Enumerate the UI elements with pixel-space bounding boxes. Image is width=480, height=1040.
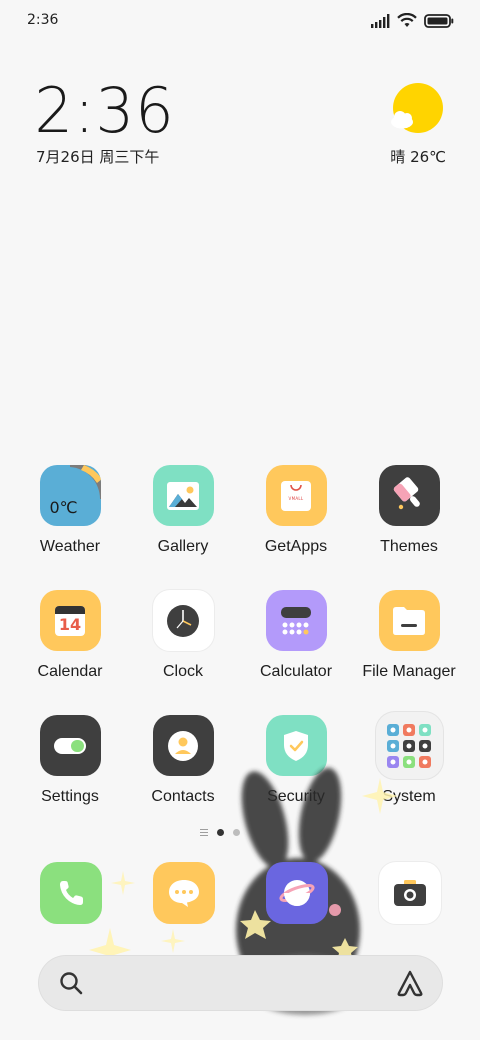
app-gallery[interactable]: Gallery bbox=[127, 465, 239, 565]
weather-app-temp: 0℃ bbox=[49, 498, 78, 517]
app-calendar[interactable]: 14 Calendar bbox=[14, 590, 126, 690]
app-drawer-lines-icon bbox=[200, 829, 208, 836]
app-themes[interactable]: Themes bbox=[353, 465, 465, 565]
security-icon bbox=[265, 715, 327, 776]
app-system-folder[interactable]: System bbox=[353, 712, 465, 812]
app-label-calendar: Calendar bbox=[37, 663, 103, 680]
calendar-header-bar bbox=[55, 605, 85, 614]
app-getapps[interactable]: VMALL GetApps bbox=[240, 465, 352, 565]
calendar-page-icon: 14 bbox=[55, 605, 85, 636]
messages-app-tile bbox=[153, 862, 215, 924]
calendar-day: 14 bbox=[58, 614, 82, 634]
getapps-icon: VMALL bbox=[265, 465, 327, 526]
camera-app-tile bbox=[379, 862, 441, 924]
folder-apps-preview-icon bbox=[387, 723, 431, 768]
weather-widget[interactable]: 晴 26℃ bbox=[386, 82, 446, 172]
page-dot-1[interactable] bbox=[217, 829, 224, 836]
app-label-getapps: GetApps bbox=[264, 538, 328, 555]
status-bar: 2:36 bbox=[0, 0, 480, 42]
getapps-badge: VMALL bbox=[288, 495, 304, 501]
settings-icon bbox=[39, 715, 101, 776]
clock-face-icon bbox=[167, 604, 199, 637]
calculator-icon bbox=[265, 590, 327, 651]
app-label-gallery: Gallery bbox=[157, 538, 209, 555]
sun-behind-cloud-icon bbox=[391, 83, 443, 133]
gallery-picture-icon bbox=[167, 481, 199, 510]
dock-messages[interactable] bbox=[153, 862, 215, 924]
app-label-security: Security bbox=[267, 788, 325, 805]
paintbrush-icon bbox=[393, 476, 420, 509]
app-label-system: System bbox=[382, 788, 436, 805]
app-label-contacts: Contacts bbox=[151, 788, 215, 805]
dock-camera[interactable] bbox=[379, 862, 441, 924]
phone-app-tile bbox=[40, 862, 102, 924]
calculator-keys-icon bbox=[281, 606, 311, 634]
wifi-icon bbox=[397, 13, 417, 27]
system-folder-icon bbox=[375, 712, 443, 779]
status-icons bbox=[370, 13, 454, 28]
app-calculator[interactable]: Calculator bbox=[240, 590, 352, 690]
status-time: 2:36 bbox=[27, 12, 59, 28]
weather-summary: 晴 26℃ bbox=[390, 148, 446, 166]
app-label-clock: Clock bbox=[162, 663, 203, 680]
shopping-bag-icon: VMALL bbox=[281, 480, 311, 511]
app-contacts[interactable]: Contacts bbox=[127, 715, 239, 815]
assistant-icon[interactable] bbox=[395, 968, 425, 998]
app-label-file-manager: File Manager bbox=[362, 663, 456, 680]
planet-icon bbox=[279, 880, 315, 906]
search-icon[interactable] bbox=[58, 970, 84, 996]
app-label-settings: Settings bbox=[41, 788, 99, 805]
app-file-manager[interactable]: File Manager bbox=[353, 590, 465, 690]
page-indicator[interactable] bbox=[200, 829, 240, 836]
browser-app-tile bbox=[266, 862, 328, 924]
sparkle-decoration-3 bbox=[161, 929, 185, 953]
battery-icon bbox=[424, 13, 454, 28]
person-icon bbox=[168, 730, 198, 761]
calendar-icon: 14 bbox=[39, 590, 101, 651]
dock-phone[interactable] bbox=[40, 862, 102, 924]
contacts-icon bbox=[152, 715, 214, 776]
message-bubble-icon bbox=[169, 880, 199, 907]
shield-icon bbox=[284, 730, 308, 761]
toggle-switch-icon bbox=[54, 737, 86, 754]
app-label-calculator: Calculator bbox=[259, 663, 333, 680]
app-weather[interactable]: 0℃ Weather bbox=[14, 465, 126, 565]
app-settings[interactable]: Settings bbox=[14, 715, 126, 815]
clock-widget-time[interactable]: 2:36 bbox=[34, 74, 174, 147]
page-dot-2[interactable] bbox=[233, 829, 240, 836]
folder-icon bbox=[393, 606, 425, 635]
sparkle-decoration-2 bbox=[111, 871, 135, 895]
themes-icon bbox=[378, 465, 440, 526]
search-bar[interactable] bbox=[38, 955, 443, 1011]
app-clock[interactable]: Clock bbox=[127, 590, 239, 690]
signal-icon bbox=[371, 13, 390, 28]
dock-browser[interactable] bbox=[266, 862, 328, 924]
camera-icon bbox=[394, 880, 426, 906]
gallery-icon bbox=[152, 465, 214, 526]
app-security[interactable]: Security bbox=[240, 715, 352, 815]
file-manager-icon bbox=[378, 590, 440, 651]
app-label-weather: Weather bbox=[39, 538, 101, 555]
app-label-themes: Themes bbox=[380, 538, 438, 555]
phone-icon bbox=[60, 881, 83, 905]
clock-icon bbox=[152, 590, 214, 651]
weather-app-icon: 0℃ bbox=[39, 465, 101, 526]
clock-widget-date[interactable]: 7月26日 周三下午 bbox=[36, 146, 159, 167]
